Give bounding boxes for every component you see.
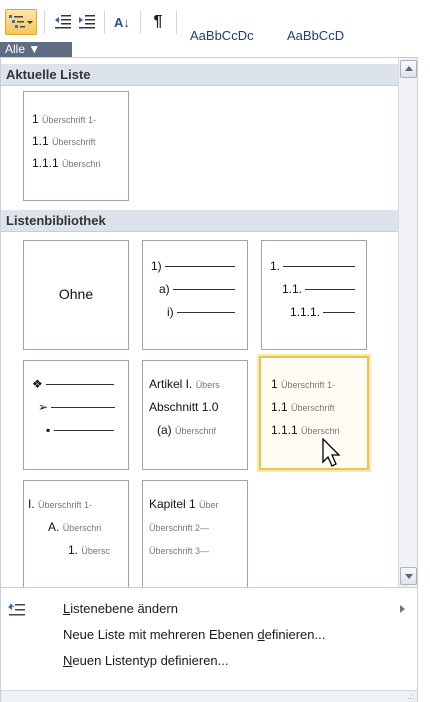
current-list-tile[interactable]: 1 Überschrift 1- 1.1 Überschrift 1.1.1 Ü… — [23, 91, 129, 201]
list-article-tile[interactable]: Artikel I. Übers Abschnitt 1.0 (a) Übers… — [142, 360, 248, 470]
resize-grip-icon[interactable]: .:: — [407, 692, 414, 701]
pilcrow-icon: ¶ — [153, 13, 163, 30]
ribbon-separator — [104, 10, 105, 34]
list-level-icon — [8, 603, 25, 616]
list-gallery: Aktuelle Liste 1 Überschrift 1- 1.1 Über… — [0, 57, 418, 590]
list-menu: Listenebene ändern Neue Liste mit mehrer… — [0, 587, 418, 702]
ribbon-separator — [140, 10, 141, 34]
chevron-down-icon — [405, 574, 413, 579]
increase-indent-button[interactable] — [76, 9, 98, 35]
tile-line: a) — [159, 282, 236, 296]
tile-line: Artikel I. Übers — [149, 377, 220, 391]
define-multilevel-list-item[interactable]: Neue Liste mit mehreren Ebenen definiere… — [1, 623, 417, 647]
resize-bar[interactable]: .:: — [1, 690, 417, 702]
tile-line: 1 Überschrift 1- — [32, 112, 97, 126]
sort-icon: A↓ — [114, 14, 130, 30]
list-roman-tile[interactable]: I. Überschrift 1- A. Überschri 1. Übersc — [23, 480, 129, 590]
tile-line: 1.1.1. — [290, 305, 356, 319]
none-label: Ohne — [58, 286, 94, 302]
tile-line: A. Überschri — [48, 520, 102, 534]
show-formatting-button[interactable]: ¶ — [146, 9, 170, 35]
section-header-library: Listenbibliothek — [1, 210, 398, 232]
bullet-arrow-icon: ➢ — [38, 400, 49, 414]
style-sample-nospacing[interactable]: AaBbCcD — [287, 28, 344, 43]
style-sample-normal[interactable]: AaBbCcDc — [190, 28, 254, 43]
ribbon-paragraph-group: A↓ ¶ AaBbCcDc AaBbCcD — [0, 0, 430, 43]
ribbon-separator — [176, 10, 177, 34]
tile-line: 1. Übersc — [68, 543, 110, 557]
list-heading-tile[interactable]: 1 Überschrift 1- 1.1 Überschrift 1.1.1 Ü… — [259, 356, 369, 470]
gallery-scrollbar[interactable] — [398, 58, 417, 587]
decrease-indent-icon — [55, 15, 71, 29]
list-paren-tile[interactable]: 1) a) i) — [142, 240, 248, 350]
tile-line: 1.1.1 Überschri — [271, 423, 340, 437]
sort-button[interactable]: A↓ — [110, 9, 134, 35]
tile-line: Überschrift 3— — [149, 546, 210, 556]
tile-line: ▪ — [46, 423, 114, 437]
tile-line: I. Überschrift 1- — [28, 497, 93, 511]
tile-line: 1.1 Überschrift — [32, 134, 96, 148]
tile-line: 1.1.1 Überschri — [32, 156, 101, 170]
tile-line: Abschnitt 1.0 — [149, 400, 219, 414]
bullet-square-icon: ▪ — [46, 423, 51, 437]
list-chapter-tile[interactable]: Kapitel 1 Über Überschrift 2— Überschrif… — [142, 480, 248, 590]
tile-line: 1.1 Überschrift — [271, 400, 335, 414]
tile-line: (a) Überschrif — [157, 423, 217, 437]
filter-dropdown[interactable]: Alle ▼ — [0, 42, 72, 57]
increase-indent-icon — [79, 15, 95, 29]
scroll-down-button[interactable] — [400, 567, 417, 585]
submenu-arrow-icon — [400, 605, 405, 613]
list-decimal-tile[interactable]: 1. 1.1. 1.1.1. — [261, 240, 367, 350]
multilevel-list-button[interactable] — [5, 9, 37, 35]
decrease-indent-button[interactable] — [52, 9, 74, 35]
tile-line: Überschrift 2— — [149, 523, 210, 533]
define-list-style-item[interactable]: Neuen Listentyp definieren... — [1, 649, 417, 673]
ribbon-separator — [44, 10, 45, 34]
multilevel-list-icon — [9, 15, 33, 28]
scroll-up-button[interactable] — [400, 60, 417, 78]
section-header-current: Aktuelle Liste — [1, 64, 398, 86]
list-bullet-tile[interactable]: ❖ ➢ ▪ — [23, 360, 129, 470]
tile-line: 1) — [151, 259, 236, 273]
tile-line: i) — [167, 305, 236, 319]
list-none-tile[interactable]: Ohne — [23, 240, 129, 350]
bullet-diamond-icon: ❖ — [32, 377, 43, 391]
chevron-up-icon — [405, 66, 413, 71]
mouse-cursor-icon — [322, 438, 341, 467]
tile-line: ❖ — [32, 377, 115, 391]
change-list-level-item[interactable]: Listenebene ändern — [1, 597, 417, 621]
tile-line: 1. — [270, 259, 356, 273]
tile-line: ➢ — [38, 400, 116, 414]
tile-line: 1.1. — [282, 282, 356, 296]
tile-line: Kapitel 1 Über — [149, 497, 219, 511]
tile-line: 1 Überschrift 1- — [271, 377, 336, 391]
